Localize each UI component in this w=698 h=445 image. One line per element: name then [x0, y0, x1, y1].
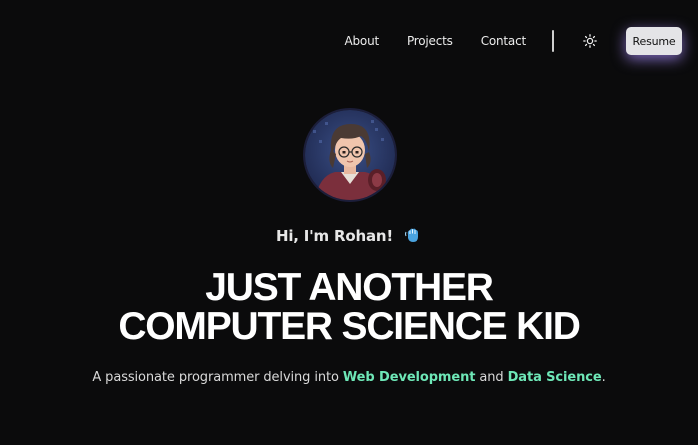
tagline-middle: and: [475, 370, 508, 385]
nav-link-projects[interactable]: Projects: [407, 34, 453, 48]
greeting: Hi, I'm Rohan!: [0, 226, 698, 248]
tagline-data-science: Data Science: [507, 370, 602, 385]
sun-icon: [583, 34, 597, 48]
resume-button[interactable]: Resume: [626, 27, 682, 55]
headline-line-2: COMPUTER SCIENCE KID: [118, 305, 581, 348]
avatar-illustration-icon: [305, 110, 395, 200]
theme-toggle-button[interactable]: [582, 33, 598, 49]
greeting-text: Hi, I'm Rohan!: [275, 227, 393, 245]
tagline-prefix: A passionate programmer delving into: [92, 370, 343, 385]
wave-emoji-icon: [404, 226, 422, 248]
tagline-suffix: .: [601, 370, 606, 385]
hero-headline: JUST ANOTHER COMPUTER SCIENCE KID: [0, 268, 698, 346]
headline-line-1: JUST ANOTHER: [205, 266, 494, 309]
hero-tagline: A passionate programmer delving into Web…: [0, 370, 698, 385]
avatar: [305, 110, 395, 200]
top-navigation: About Projects Contact Resume: [345, 27, 682, 55]
nav-link-about[interactable]: About: [345, 34, 380, 48]
nav-divider: [552, 30, 554, 52]
nav-link-contact[interactable]: Contact: [481, 34, 526, 48]
portfolio-page: About Projects Contact Resume Hi, I'm Ro…: [0, 0, 698, 445]
tagline-web-development: Web Development: [342, 370, 476, 385]
